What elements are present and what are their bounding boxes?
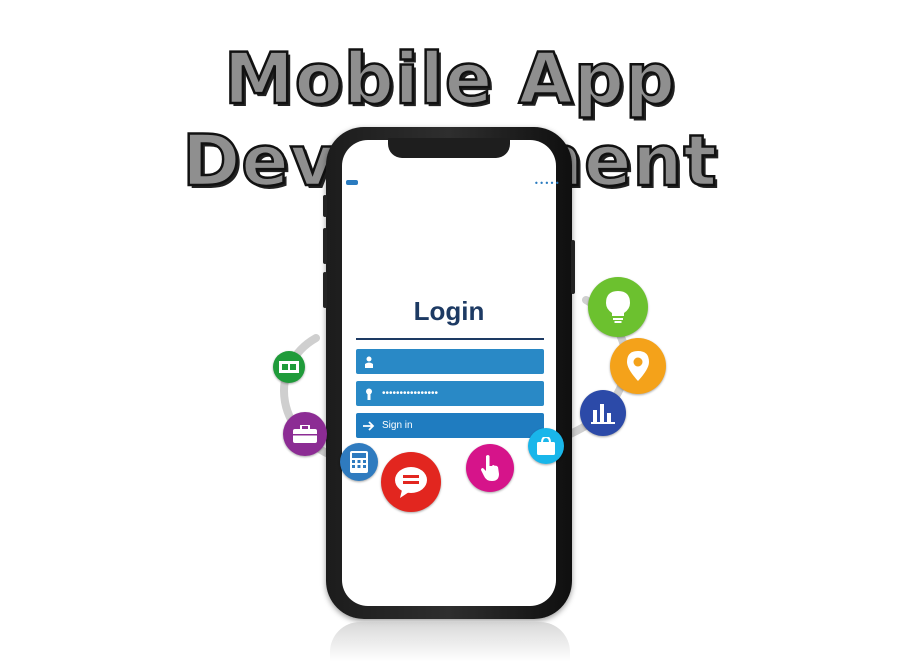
lock-icon bbox=[356, 388, 382, 400]
calculator-icon bbox=[340, 443, 378, 481]
phone-side-button bbox=[323, 195, 327, 217]
shopping-bag-icon bbox=[528, 428, 564, 464]
film-icon bbox=[273, 351, 305, 383]
phone-side-button bbox=[323, 272, 327, 308]
phone-side-button bbox=[323, 228, 327, 264]
lightbulb-icon bbox=[588, 277, 648, 337]
login-divider bbox=[356, 338, 544, 340]
password-field[interactable]: •••••••••••••••• bbox=[356, 381, 544, 406]
phone-power-button bbox=[571, 240, 575, 294]
chat-icon bbox=[381, 452, 441, 512]
status-battery-icon bbox=[346, 180, 358, 185]
user-icon bbox=[356, 356, 382, 368]
sign-in-button[interactable]: Sign in bbox=[356, 413, 544, 438]
username-field[interactable] bbox=[356, 349, 544, 374]
login-title: Login bbox=[413, 296, 485, 326]
bar-chart-icon bbox=[580, 390, 626, 436]
sign-in-label: Sign in bbox=[382, 420, 413, 431]
status-dots: ••••• bbox=[534, 179, 561, 188]
location-pin-icon bbox=[610, 338, 666, 394]
briefcase-icon bbox=[283, 412, 327, 456]
password-mask: •••••••••••••••• bbox=[382, 388, 439, 399]
arrow-right-icon bbox=[356, 420, 382, 431]
hand-pointer-icon bbox=[466, 444, 514, 492]
phone-notch bbox=[388, 138, 510, 158]
phone-reflection bbox=[330, 622, 570, 662]
